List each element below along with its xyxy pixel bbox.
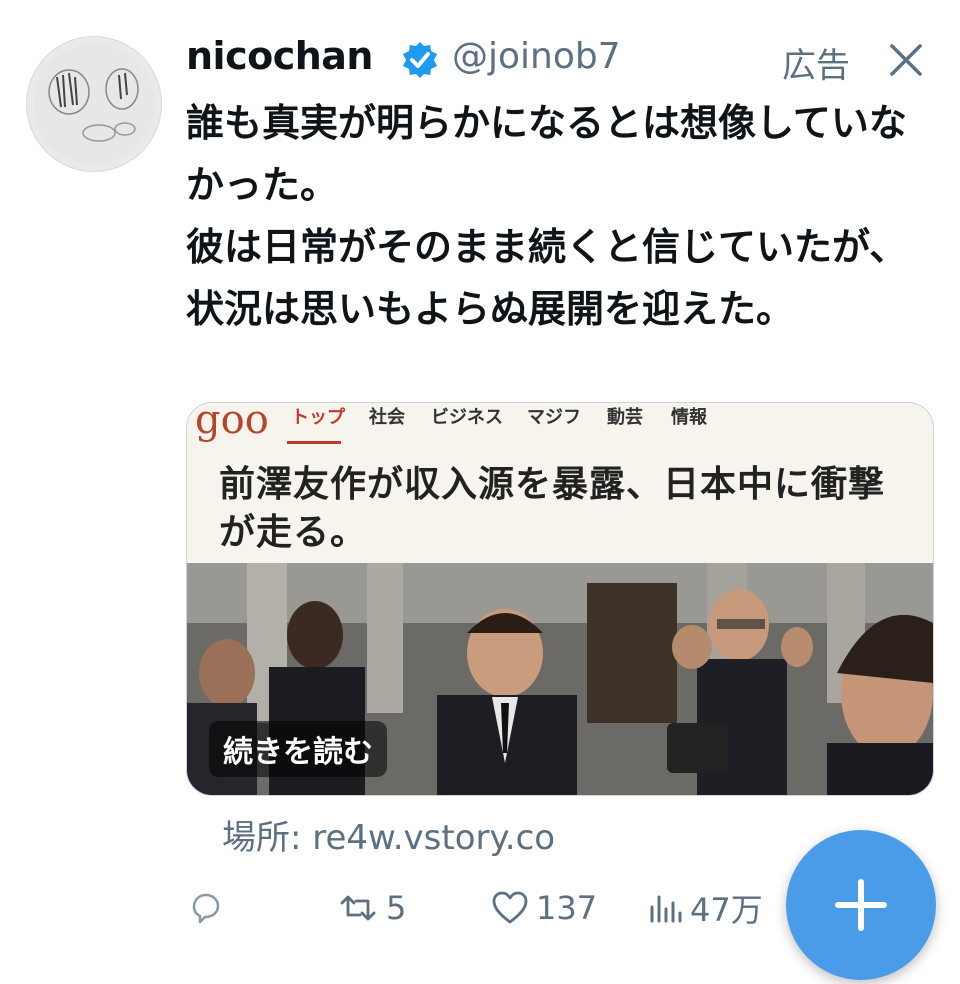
goo-logo: goo (195, 402, 269, 443)
card-nav-underline (287, 441, 341, 444)
plus-icon (835, 879, 887, 931)
card-headline: 前澤友作が収入源を暴露、日本中に衝撃が走る。 (219, 464, 886, 553)
retweet-icon (340, 895, 376, 921)
card-nav-top: トップ (291, 407, 345, 428)
card-nav-majifu: マジフ (527, 407, 581, 428)
card-nav-video: 動芸 (607, 407, 643, 428)
like-count: 137 (536, 889, 598, 927)
views-chart-icon (650, 895, 682, 923)
link-card[interactable]: goo トップ 社会 ビジネス マジフ 動芸 情報 前澤友作が収入源を暴露、日本… (186, 402, 934, 796)
tweet-actions: 5 137 47万 (186, 880, 786, 936)
close-icon[interactable] (884, 38, 928, 82)
card-nav-society: 社会 (369, 407, 405, 428)
user-handle[interactable]: @joinob7 (452, 36, 621, 77)
card-nav-business: ビジネス (431, 407, 503, 428)
avatar[interactable] (26, 36, 162, 172)
verified-badge-icon (400, 40, 440, 80)
avatar-sketch-icon (34, 44, 154, 164)
reply-button[interactable] (186, 880, 230, 936)
retweet-button[interactable]: 5 (336, 880, 406, 936)
views-button[interactable]: 47万 (646, 880, 763, 936)
display-name[interactable]: nicochan (186, 34, 373, 78)
card-article-header: goo トップ 社会 ビジネス マジフ 動芸 情報 前澤友作が収入源を暴露、日本… (187, 403, 933, 563)
views-count: 47万 (690, 891, 763, 929)
retweet-count: 5 (386, 889, 407, 927)
tweet-text: 誰も真実が明らかになるとは想像していなかった。 彼は日常がそのまま続くと信じてい… (186, 101, 908, 331)
reply-icon (192, 893, 220, 924)
tweet-header: nicochan @joinob7 広告 (186, 30, 936, 88)
card-source-link[interactable]: 場所: re4w.vstory.co (222, 810, 555, 859)
like-button[interactable]: 137 (490, 880, 597, 936)
read-more-button[interactable]: 続きを読む (209, 721, 387, 777)
ad-label: 広告 (782, 46, 850, 86)
compose-button[interactable] (786, 830, 936, 980)
card-nav-info: 情報 (671, 407, 707, 428)
heart-icon (492, 891, 528, 924)
